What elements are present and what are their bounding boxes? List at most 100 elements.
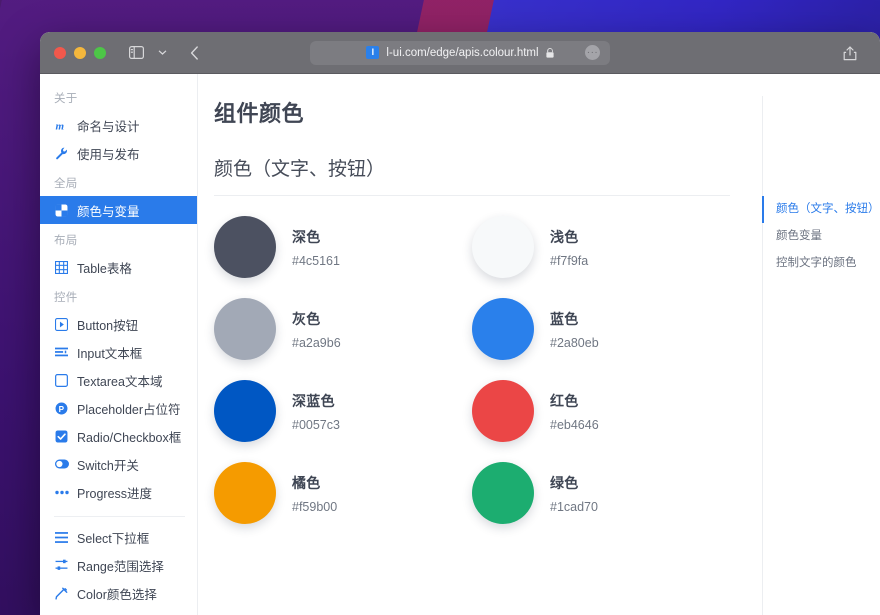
chevron-down-icon[interactable] [150,41,174,65]
swatch-circle [472,216,534,278]
swatch-meta: 蓝色 #2a80eb [550,309,599,350]
sidebar-item-label: 使用与发布 [77,144,140,163]
swatch-hex: #eb4646 [550,418,599,432]
swatch-circle [472,380,534,442]
site-favicon: l [366,46,379,59]
color-swatch[interactable]: 红色 #eb4646 [472,380,730,442]
toc-item-colors-text-button[interactable]: 颜色（文字、按钮） [762,196,880,223]
sidebar-item-table[interactable]: Table表格 [40,253,197,281]
content-column: 组件颜色 颜色（文字、按钮） 深色 #4c5161 浅色 [198,96,754,615]
more-dots-icon[interactable]: ··· [585,45,600,60]
sidebar-group-title: 全局 [40,167,197,196]
swatch-meta: 绿色 #1cad70 [550,473,598,514]
progress-dots-icon [54,485,69,500]
swatch-name: 蓝色 [550,309,599,329]
toolbar-left-group [124,41,174,65]
section-title: 颜色（文字、按钮） [214,154,730,196]
color-swatch[interactable]: 灰色 #a2a9b6 [214,298,472,360]
swatch-name: 浅色 [550,227,588,247]
sidebar-item-label: Button按钮 [77,315,138,334]
browser-toolbar: l l-ui.com/edge/apis.colour.html ··· [40,32,880,74]
sidebar-item-progress[interactable]: Progress进度 [40,478,197,506]
sidebar-item-label: Textarea文本域 [77,371,162,390]
sidebar-item-input[interactable]: Input文本框 [40,338,197,366]
sidebar-item-button[interactable]: Button按钮 [40,310,197,338]
color-swatch[interactable]: 蓝色 #2a80eb [472,298,730,360]
swatch-hex: #f59b00 [292,500,337,514]
sidebar-nav: 关于 m 命名与设计 使用与发布 全局 [40,74,198,615]
sidebar-item-range[interactable]: Range范围选择 [40,551,197,579]
color-swatch[interactable]: 深蓝色 #0057c3 [214,380,472,442]
swatch-hex: #4c5161 [292,254,340,268]
sidebar-item-radio-checkbox[interactable]: Radio/Checkbox框 [40,422,197,450]
swatch-hex: #0057c3 [292,418,340,432]
textarea-square-icon [54,373,69,388]
swatch-name: 深色 [292,227,340,247]
sidebar-item-naming-design[interactable]: m 命名与设计 [40,111,197,139]
color-swatch-grid: 深色 #4c5161 浅色 #f7f9fa [214,216,730,524]
sidebar-group-title: 控件 [40,281,197,310]
swatch-circle [214,216,276,278]
sidebar-item-label: 命名与设计 [77,116,140,135]
sidebar-item-color[interactable]: Color颜色选择 [40,579,197,607]
color-swatch[interactable]: 橘色 #f59b00 [214,462,472,524]
svg-text:m: m [56,120,65,132]
switch-toggle-icon [54,457,69,472]
sidebar-item-select[interactable]: Select下拉框 [40,523,197,551]
sidebar-group-widgets: 控件 Button按钮 [40,281,197,506]
swatch-hex: #2a80eb [550,336,599,350]
sidebar-group-controls: Select下拉框 Range范围选择 [40,516,197,607]
checkerboard-icon [54,203,69,218]
sidebar-group-global: 全局 颜色与变量 [40,167,197,224]
swatch-circle [472,462,534,524]
back-arrow-icon[interactable] [182,41,206,65]
swatch-meta: 深色 #4c5161 [292,227,340,268]
sidebar-item-textarea[interactable]: Textarea文本域 [40,366,197,394]
page-body: 关于 m 命名与设计 使用与发布 全局 [40,74,880,615]
letter-p-circle-icon: P [54,401,69,416]
swatch-meta: 橘色 #f59b00 [292,473,337,514]
eyedropper-icon [54,586,69,601]
swatch-name: 深蓝色 [292,391,340,411]
swatch-circle [214,298,276,360]
lock-icon [546,48,554,58]
swatch-circle [472,298,534,360]
toolbar-nav-group [182,41,206,65]
close-button[interactable] [54,47,66,59]
swatch-name: 红色 [550,391,599,411]
swatch-circle [214,380,276,442]
checkbox-checked-icon [54,429,69,444]
sidebar-item-use-publish[interactable]: 使用与发布 [40,139,197,167]
color-swatch[interactable]: 深色 #4c5161 [214,216,472,278]
button-play-icon [54,317,69,332]
list-lines-icon [54,530,69,545]
wrench-icon [54,146,69,161]
swatch-circle [214,462,276,524]
sidebar-item-label: 颜色与变量 [77,201,140,220]
page-title: 组件颜色 [214,96,730,128]
window-controls[interactable] [54,47,106,59]
svg-text:P: P [59,404,65,413]
sidebar-item-colors-variables[interactable]: 颜色与变量 [40,196,197,224]
swatch-meta: 浅色 #f7f9fa [550,227,588,268]
input-field-icon [54,345,69,360]
toc-item-color-variables[interactable]: 颜色变量 [762,223,880,250]
main-content: 组件颜色 颜色（文字、按钮） 深色 #4c5161 浅色 [198,74,880,615]
sidebar-divider [54,516,185,517]
sidebar-item-label: Placeholder占位符 [77,399,181,418]
address-bar[interactable]: l l-ui.com/edge/apis.colour.html ··· [310,41,610,65]
sidebar-item-label: Radio/Checkbox框 [77,427,181,446]
swatch-name: 灰色 [292,309,341,329]
sidebar-item-placeholder[interactable]: P Placeholder占位符 [40,394,197,422]
table-of-contents: 颜色（文字、按钮） 颜色变量 控制文字的颜色 [762,96,880,615]
toc-item-text-color-control[interactable]: 控制文字的颜色 [762,250,880,277]
maximize-button[interactable] [94,47,106,59]
color-swatch[interactable]: 绿色 #1cad70 [472,462,730,524]
swatch-hex: #a2a9b6 [292,336,341,350]
sidebar-item-switch[interactable]: Switch开关 [40,450,197,478]
color-swatch[interactable]: 浅色 #f7f9fa [472,216,730,278]
minimize-button[interactable] [74,47,86,59]
share-icon[interactable] [838,41,862,65]
sidebar-toggle-icon[interactable] [124,41,148,65]
sidebar-group-title: 布局 [40,224,197,253]
